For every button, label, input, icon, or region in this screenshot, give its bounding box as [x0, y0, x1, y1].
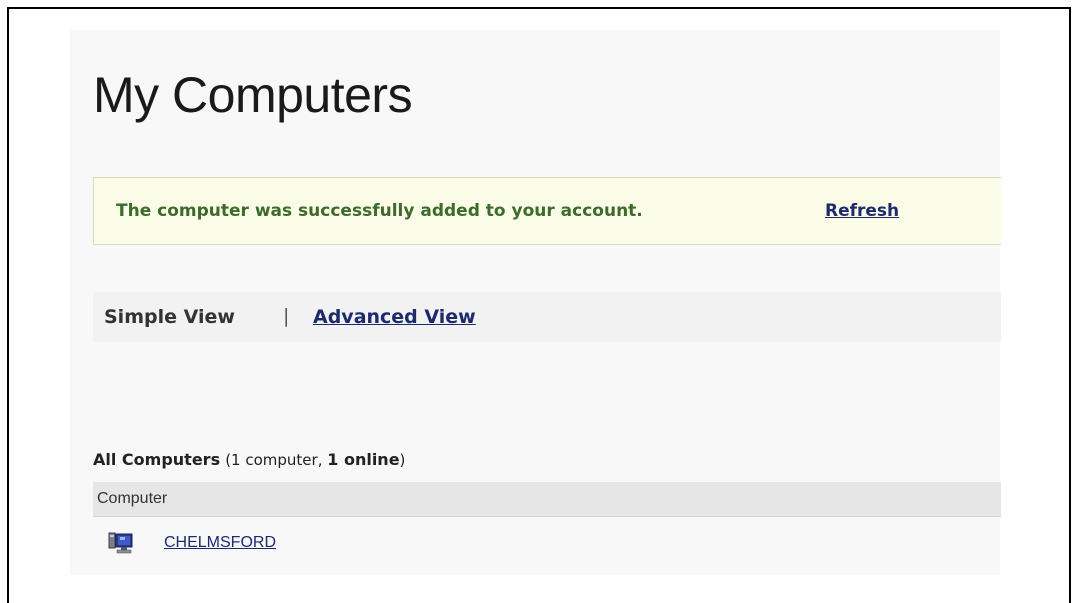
all-computers-label: All Computers [93, 450, 221, 469]
computer-online-icon [107, 530, 135, 556]
online-count: 1 online [327, 450, 400, 469]
computer-online-icon-graphic [108, 532, 133, 554]
all-computers-heading: All Computers (1 computer, 1 online) [93, 450, 405, 470]
table-row: CHELMSFORD [93, 526, 1001, 564]
view-separator: | [283, 305, 290, 327]
computer-link[interactable]: CHELMSFORD [164, 533, 276, 553]
computers-table-header: Computer [93, 482, 1001, 517]
paren-close: ) [399, 451, 406, 469]
simple-view-tab[interactable]: Simple View [104, 305, 235, 329]
column-header-computer[interactable]: Computer [97, 489, 167, 509]
computer-count: 1 computer, [231, 451, 328, 469]
success-message: The computer was successfully added to y… [116, 201, 643, 221]
view-switcher: Simple View | Advanced View [93, 292, 1001, 342]
advanced-view-link[interactable]: Advanced View [313, 305, 476, 329]
page-title: My Computers [93, 67, 413, 123]
refresh-link[interactable]: Refresh [825, 200, 899, 222]
success-notice: The computer was successfully added to y… [93, 177, 1001, 245]
